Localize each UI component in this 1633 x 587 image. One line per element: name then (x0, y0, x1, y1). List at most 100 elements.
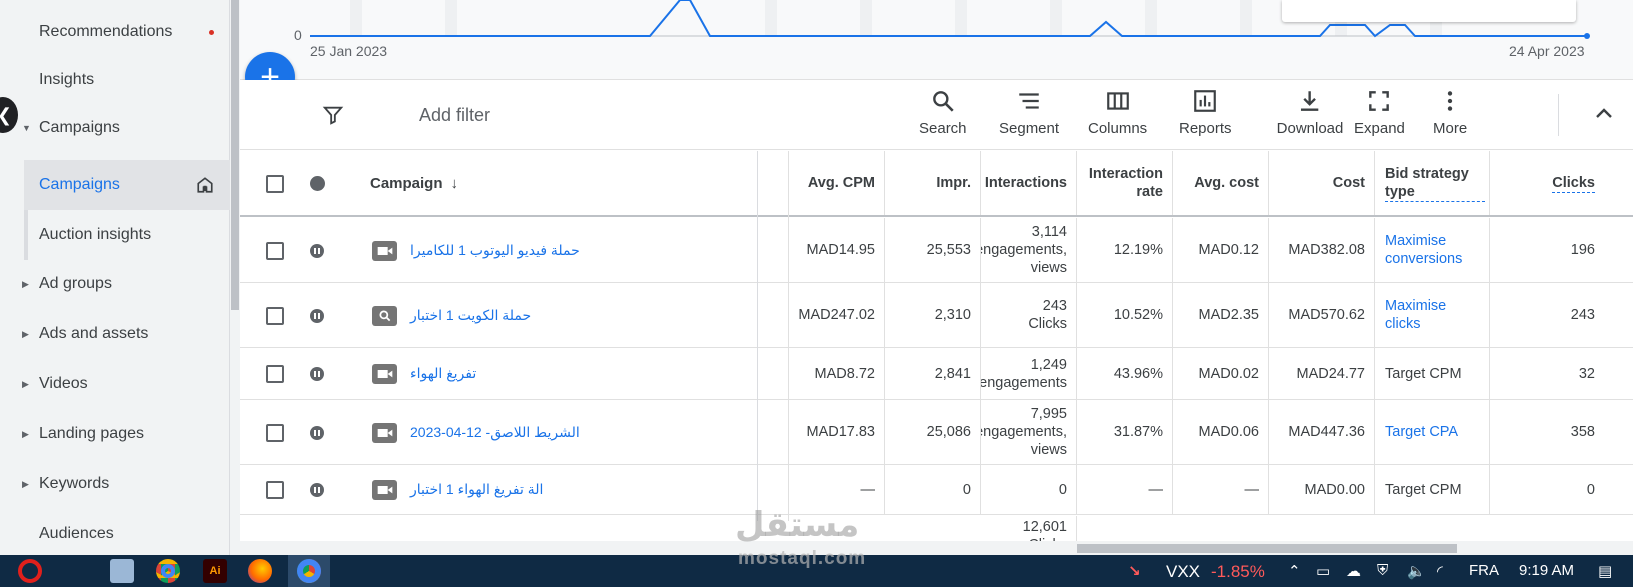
avg-cost-header[interactable]: Avg. cost (1173, 151, 1269, 215)
paused-status-icon[interactable] (310, 309, 324, 323)
sidebar-item-insights[interactable]: Insights (0, 55, 230, 105)
table-row[interactable]: الة تفريغ الهواء 1 اختبار —0 0— — MAD0.00 Tar… (240, 465, 1633, 515)
clock[interactable]: 9:19 AM (1519, 562, 1574, 579)
x-axis-end-label: 24 Apr 2023 (1509, 43, 1585, 59)
paused-status-icon[interactable] (310, 244, 324, 258)
campaign-name-link[interactable]: حملة الكويت 1 اختبار (410, 307, 531, 324)
paused-status-icon[interactable] (310, 367, 324, 381)
clicks-header[interactable]: Clicks (1490, 151, 1633, 215)
scrollbar-thumb[interactable] (1077, 544, 1457, 553)
segment-button[interactable]: Segment (999, 88, 1059, 144)
table-row[interactable]: حملة الكويت 1 اختبار MAD247.02 2,310 243 Cl… (240, 283, 1633, 348)
table-row[interactable]: تفريغ الهواء MAD8.72 2,841 1,249 engagement… (240, 348, 1633, 400)
firefox-icon[interactable] (248, 559, 272, 583)
row-checkbox[interactable] (266, 307, 284, 325)
campaign-name-link[interactable]: تفريغ الهواء (410, 365, 476, 382)
search-campaign-icon (372, 306, 397, 326)
filter-icon[interactable] (322, 104, 344, 126)
bid-strategy-header[interactable]: Bid strategy type (1375, 151, 1490, 215)
ticker-symbol[interactable]: VXX (1166, 562, 1200, 582)
cost-cell: MAD0.00 (1269, 465, 1375, 514)
paused-status-icon[interactable] (310, 483, 324, 497)
notepad-icon[interactable] (110, 559, 134, 583)
sidebar-item-recommendations[interactable]: Recommendations (0, 7, 230, 57)
more-vert-icon (1447, 91, 1453, 111)
chrome-icon[interactable] (156, 559, 180, 583)
sidebar-scrollbar[interactable] (230, 0, 240, 555)
add-filter-button[interactable]: Add filter (419, 105, 490, 126)
row-checkbox[interactable] (266, 424, 284, 442)
interactions-header[interactable]: Interactions (981, 151, 1077, 215)
shield-icon[interactable]: ⛨ (1377, 562, 1388, 579)
opera-icon[interactable] (18, 559, 42, 583)
table-horizontal-scrollbar[interactable] (240, 541, 1633, 555)
avg-cpm-cell: MAD247.02 (789, 283, 885, 347)
status-column-icon (310, 176, 325, 191)
impr-cell: 2,310 (885, 283, 981, 347)
chrome-profile-icon[interactable] (297, 559, 321, 583)
performance-chart: 0 25 Jan 2023 24 Apr 2023 (240, 0, 1633, 80)
bid-strategy-cell[interactable]: Target CPA (1375, 400, 1490, 464)
avg-cpm-cell: MAD8.72 (789, 348, 885, 399)
battery-icon[interactable]: ▭ (1316, 562, 1330, 580)
clicks-cell: 243 (1570, 307, 1595, 323)
wifi-icon[interactable]: ◜ (1437, 562, 1443, 580)
sidebar-item-auction-insights[interactable]: Auction insights (24, 210, 230, 260)
campaign-name-link[interactable]: حملة فيديو اليوتوب 1 للكاميرا (410, 242, 580, 259)
clicks-cell: 0 (1586, 481, 1595, 498)
frozen-column-divider (788, 151, 789, 521)
columns-icon (1106, 92, 1129, 110)
campaign-name-link[interactable]: الشريط اللاصق- 12-04-2023 (410, 424, 580, 441)
more-button[interactable]: More (1433, 88, 1467, 144)
impr-header[interactable]: Impr. (885, 151, 981, 215)
avg-cpm-cell: MAD17.83 (789, 400, 885, 464)
notifications-icon[interactable]: ▤ (1598, 562, 1612, 580)
sidebar-item-label: Campaigns (39, 119, 120, 136)
table-row[interactable]: الشريط اللاصق- 12-04-2023 MAD17.83 25,086 7… (240, 400, 1633, 465)
impr-cell: 25,086 (885, 400, 981, 464)
campaign-column-header[interactable]: Campaign ↓ (370, 168, 458, 198)
bid-strategy-cell[interactable]: Maximise clicks (1375, 283, 1490, 347)
download-button[interactable]: Download (1277, 88, 1343, 144)
interaction-rate-header[interactable]: Interaction rate (1077, 151, 1173, 215)
chevron-up-icon[interactable] (1592, 102, 1616, 126)
campaign-column-divider[interactable] (757, 151, 758, 521)
sidebar-item-videos[interactable]: ▶ Videos (0, 359, 230, 409)
bid-strategy-label: Bid strategy type (1385, 165, 1485, 202)
columns-button[interactable]: Columns (1088, 88, 1147, 144)
select-all-checkbox[interactable] (266, 175, 284, 193)
volume-icon[interactable]: 🔈 (1407, 562, 1426, 580)
caret-right-icon: ▶ (22, 428, 29, 439)
scrollbar-thumb[interactable] (231, 0, 239, 310)
sidebar-item-landing-pages[interactable]: ▶ Landing pages (0, 409, 230, 459)
language-indicator[interactable]: FRA (1469, 562, 1499, 579)
table-row[interactable]: حملة فيديو اليوتوب 1 للكاميرا MAD14.95 25,… (240, 218, 1633, 283)
sidebar-item-campaigns[interactable]: Campaigns (24, 160, 230, 210)
sidebar-item-keywords[interactable]: ▶ Keywords (0, 459, 230, 509)
reports-icon (1194, 90, 1217, 112)
expand-button[interactable]: Expand (1354, 88, 1405, 144)
avg-cost-cell: MAD2.35 (1173, 283, 1269, 347)
clicks-cell: 196 (1570, 242, 1595, 258)
row-checkbox[interactable] (266, 365, 284, 383)
row-checkbox[interactable] (266, 242, 284, 260)
campaign-name-link[interactable]: الة تفريغ الهواء 1 اختبار (410, 481, 543, 498)
sidebar-item-campaigns-group[interactable]: ▼ Campaigns (0, 103, 230, 153)
sidebar-item-ad-groups[interactable]: ▶ Ad groups (0, 259, 230, 309)
bid-strategy-cell[interactable]: Maximise conversions (1375, 218, 1490, 282)
search-button[interactable]: Search (919, 88, 967, 144)
avg-cpm-header[interactable]: Avg. CPM (789, 151, 885, 215)
chart-grid-bands (350, 0, 1442, 36)
caret-right-icon: ▶ (22, 328, 29, 339)
chevron-up-icon[interactable]: ⌃ (1288, 562, 1301, 580)
illustrator-icon[interactable]: Ai (203, 559, 227, 583)
home-icon[interactable] (196, 176, 214, 194)
reports-button[interactable]: Reports (1179, 88, 1232, 144)
sidebar-item-audiences[interactable]: Audiences (0, 509, 230, 555)
cloud-icon[interactable]: ☁ (1346, 562, 1361, 580)
cost-header[interactable]: Cost (1269, 151, 1375, 215)
row-checkbox[interactable] (266, 481, 284, 499)
sidebar-item-ads-and-assets[interactable]: ▶ Ads and assets (0, 309, 230, 359)
paused-status-icon[interactable] (310, 426, 324, 440)
watermark-text: mostaql.com (738, 548, 867, 569)
